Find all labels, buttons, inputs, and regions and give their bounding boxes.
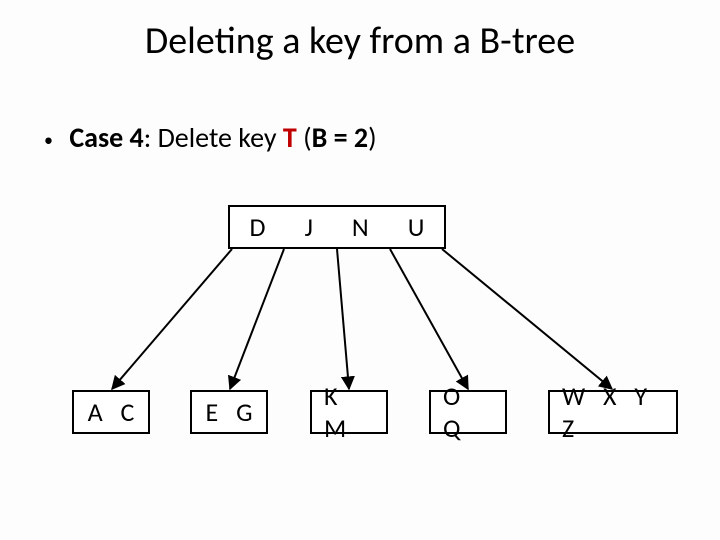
root-key-1: J (305, 211, 313, 243)
deleted-key: T (283, 120, 297, 155)
delete-text: : Delete key (144, 120, 283, 155)
root-key-2: N (352, 211, 369, 243)
slide-title: Deleting a key from a B-tree (0, 18, 720, 64)
leaf-node-3: O Q (429, 390, 507, 434)
tree-edges (0, 0, 720, 540)
leaf-node-0: A C (72, 390, 150, 434)
paren-open: ( (297, 120, 312, 155)
case-bullet: • Case 4: Delete key T (B = 2) (44, 120, 377, 155)
root-node: D J N U (228, 205, 446, 249)
paren-close: ) (368, 120, 377, 155)
root-key-3: U (408, 211, 425, 243)
leaf-node-4: W X Y Z (548, 390, 678, 434)
root-key-0: D (250, 211, 266, 243)
bullet-icon: • (44, 129, 53, 151)
b-param: B = 2 (312, 120, 369, 155)
leaf-node-2: K M (310, 390, 388, 434)
leaf-node-1: E G (190, 390, 268, 434)
case-label: Case 4 (69, 120, 143, 155)
